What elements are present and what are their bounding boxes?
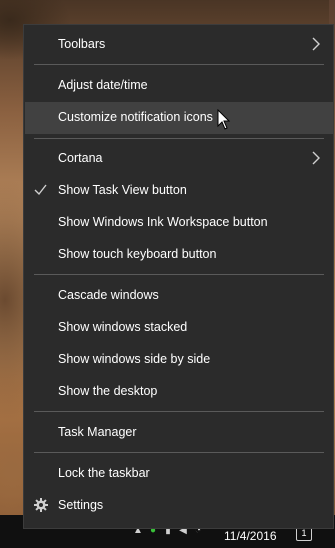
menu-item-toolbars[interactable]: Toolbars <box>25 29 333 61</box>
menu-item-label: Show windows side by side <box>58 352 211 366</box>
menu-separator <box>34 452 324 453</box>
menu-item-show-ink-workspace[interactable]: Show Windows Ink Workspace button <box>25 207 333 239</box>
menu-item-label: Lock the taskbar <box>58 466 150 480</box>
menu-item-show-windows-side-by-side[interactable]: Show windows side by side <box>25 344 333 376</box>
menu-item-label: Show Task View button <box>58 183 187 197</box>
menu-item-cascade-windows[interactable]: Cascade windows <box>25 280 333 312</box>
menu-item-label: Cascade windows <box>58 288 159 302</box>
menu-item-settings[interactable]: Settings <box>25 490 333 522</box>
menu-item-cortana[interactable]: Cortana <box>25 143 333 175</box>
menu-item-label: Show windows stacked <box>58 320 188 334</box>
menu-item-label: Customize notification icons <box>58 110 213 124</box>
tray-date[interactable]: 11/4/2016 <box>224 529 277 543</box>
menu-item-lock-taskbar[interactable]: Lock the taskbar <box>25 458 333 490</box>
checkmark-icon <box>34 184 47 196</box>
menu-item-label: Show touch keyboard button <box>58 247 217 261</box>
menu-item-label: Show Windows Ink Workspace button <box>58 215 268 229</box>
menu-item-label: Task Manager <box>58 425 137 439</box>
menu-item-adjust-datetime[interactable]: Adjust date/time <box>25 70 333 102</box>
menu-item-customize-notification-icons[interactable]: Customize notification icons <box>25 102 333 134</box>
menu-item-task-manager[interactable]: Task Manager <box>25 417 333 449</box>
menu-item-label: Cortana <box>58 151 103 165</box>
mouse-cursor-icon <box>217 109 231 130</box>
menu-item-show-windows-stacked[interactable]: Show windows stacked <box>25 312 333 344</box>
menu-item-label: Settings <box>58 498 104 512</box>
chevron-right-icon <box>312 151 320 165</box>
menu-item-label: Adjust date/time <box>58 78 148 92</box>
taskbar-context-menu: Toolbars Adjust date/time Customize noti… <box>23 24 334 529</box>
menu-separator <box>34 411 324 412</box>
menu-separator <box>34 64 324 65</box>
chevron-right-icon <box>312 37 320 51</box>
menu-separator <box>34 138 324 139</box>
menu-item-show-task-view[interactable]: Show Task View button <box>25 175 333 207</box>
menu-item-label: Show the desktop <box>58 384 158 398</box>
menu-item-label: Toolbars <box>58 37 106 51</box>
menu-item-show-desktop[interactable]: Show the desktop <box>25 376 333 408</box>
menu-item-show-touch-keyboard[interactable]: Show touch keyboard button <box>25 239 333 271</box>
menu-separator <box>34 274 324 275</box>
gear-icon <box>34 498 48 512</box>
